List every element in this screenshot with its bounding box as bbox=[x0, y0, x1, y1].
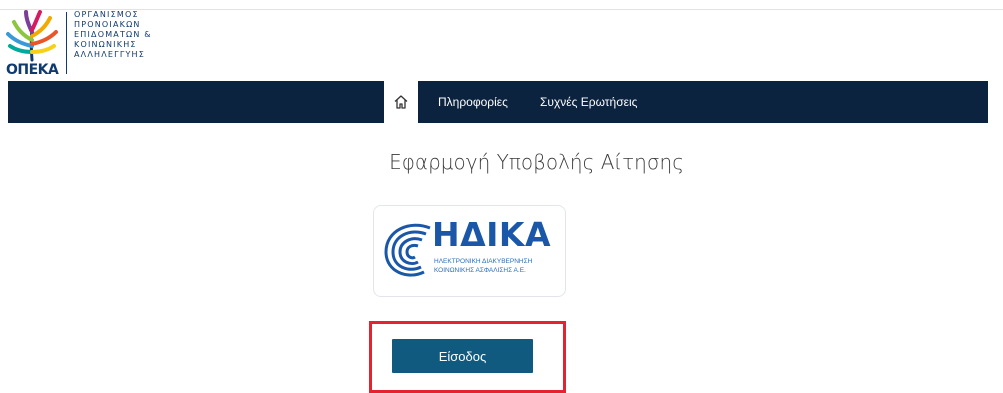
idika-provider-card[interactable]: ΗΔΙΚΑ ΗΛΕΚΤΡΟΝΙΚΗ ΔΙΑΚΥΒΕΡΝΗΣΗ ΚΟΙΝΩΝΙΚΗ… bbox=[373, 205, 566, 297]
logo-line: ΠΡΟΝΟΙΑΚΩΝ bbox=[74, 20, 141, 29]
idika-subtitle: ΗΛΕΚΤΡΟΝΙΚΗ ΔΙΑΚΥΒΕΡΝΗΣΗ ΚΟΙΝΩΝΙΚΗΣ ΑΣΦΑ… bbox=[434, 257, 532, 275]
logo-line: ΕΠΙΔΟΜΑΤΩΝ & bbox=[74, 30, 152, 39]
logo-fullname: ΟΡΓΑΝΙΣΜΟΣ ΠΡΟΝΟΙΑΚΩΝ ΕΠΙΔΟΜΑΤΩΝ & ΚΟΙΝΩ… bbox=[74, 10, 152, 60]
nav-link-faq[interactable]: Συχνές Ερωτήσεις bbox=[540, 81, 637, 123]
idika-subtitle-line: ΗΛΕΚΤΡΟΝΙΚΗ ΔΙΑΚΥΒΕΡΝΗΣΗ bbox=[434, 258, 533, 265]
logo-separator bbox=[66, 12, 67, 74]
idika-swirl-icon bbox=[384, 223, 431, 277]
opeka-logo[interactable]: ΟΠΕΚΑ ΟΡΓΑΝΙΣΜΟΣ ΠΡΟΝΟΙΑΚΩΝ ΕΠΙΔΟΜΑΤΩΝ &… bbox=[0, 8, 160, 78]
logo-line: ΚΟΙΝΩΝΙΚΗΣ bbox=[74, 40, 137, 49]
idika-name: ΗΔΙΚΑ bbox=[432, 215, 552, 254]
idika-subtitle-line: ΚΟΙΝΩΝΙΚΗΣ ΑΣΦΑΛΙΣΗΣ Α.Ε. bbox=[434, 267, 526, 274]
home-icon bbox=[394, 95, 408, 109]
page: ΟΠΕΚΑ ΟΡΓΑΝΙΣΜΟΣ ΠΡΟΝΟΙΑΚΩΝ ΕΠΙΔΟΜΑΤΩΝ &… bbox=[0, 0, 1003, 393]
nav-home-button[interactable] bbox=[384, 81, 418, 123]
page-title: Εφαρμογή Υποβολής Αίτησης bbox=[389, 150, 684, 174]
main-navbar: Πληροφορίες Συχνές Ερωτήσεις bbox=[8, 81, 988, 123]
logo-abbreviation: ΟΠΕΚΑ bbox=[6, 62, 59, 78]
logo-line: ΑΛΛΗΛΕΓΓΥΗΣ bbox=[74, 50, 146, 59]
nav-link-info[interactable]: Πληροφορίες bbox=[438, 81, 508, 123]
login-button[interactable]: Είσοδος bbox=[392, 339, 533, 373]
tree-logo-icon bbox=[6, 10, 58, 62]
logo-line: ΟΡΓΑΝΙΣΜΟΣ bbox=[74, 10, 139, 19]
